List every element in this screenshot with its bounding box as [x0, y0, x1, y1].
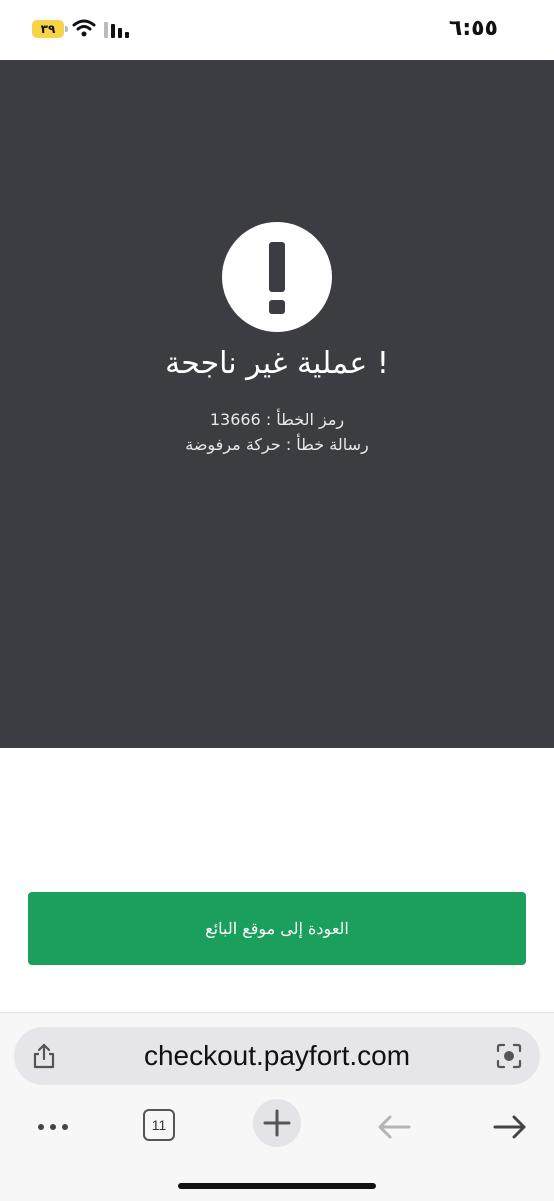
- status-time: ٦:٥٥: [448, 16, 498, 41]
- browser-nav-row: 11: [0, 1099, 554, 1149]
- browser-toolbar: checkout.payfort.com 11: [0, 1012, 554, 1201]
- error-title: ! عملية غير ناجحة: [165, 346, 389, 381]
- status-bar: ٣٩ ٦:٥٥: [0, 0, 554, 60]
- new-tab-button[interactable]: [253, 1099, 301, 1147]
- error-code: رمز الخطأ : 13666: [209, 410, 345, 429]
- tabs-button[interactable]: 11: [143, 1109, 175, 1141]
- cellular-signal-icon: [104, 22, 129, 38]
- error-message: رسالة خطأ : حركة مرفوضة: [185, 435, 369, 454]
- more-options-icon[interactable]: [36, 1115, 70, 1139]
- exclamation-icon: [222, 222, 332, 332]
- address-bar[interactable]: checkout.payfort.com: [14, 1027, 540, 1085]
- wifi-icon: [72, 19, 96, 37]
- back-arrow-icon[interactable]: [376, 1113, 412, 1141]
- exclamation-dot: [269, 300, 285, 314]
- exclamation-bar: [269, 242, 285, 292]
- plus-icon: [263, 1109, 291, 1137]
- url-text[interactable]: checkout.payfort.com: [14, 1027, 540, 1085]
- battery-indicator: ٣٩: [32, 20, 68, 38]
- home-indicator: [178, 1183, 376, 1189]
- visual-lookup-icon[interactable]: [496, 1043, 522, 1069]
- back-to-merchant-button[interactable]: العودة إلى موقع البائع: [28, 892, 526, 965]
- forward-arrow-icon[interactable]: [492, 1113, 528, 1141]
- error-panel: ! عملية غير ناجحة رمز الخطأ : 13666 رسال…: [0, 60, 554, 748]
- battery-level: ٣٩: [40, 22, 56, 36]
